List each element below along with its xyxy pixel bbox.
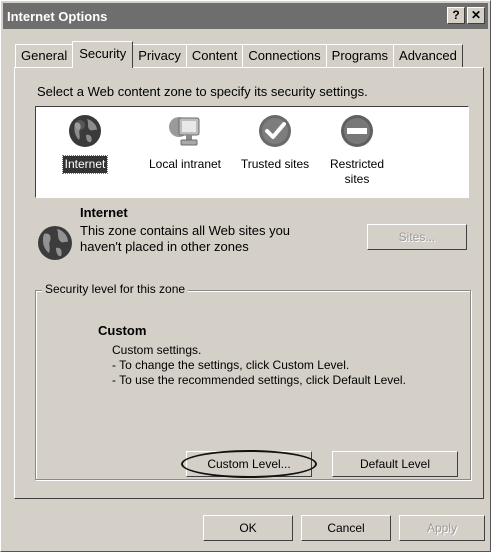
zone-label: Restricted sites bbox=[329, 157, 385, 186]
tab-privacy[interactable]: Privacy bbox=[132, 44, 187, 67]
tab-connections[interactable]: Connections bbox=[242, 44, 327, 67]
tab-advanced[interactable]: Advanced bbox=[393, 44, 463, 67]
tab-general[interactable]: General bbox=[15, 44, 74, 67]
selected-zone-name: Internet bbox=[80, 205, 128, 220]
internet-options-window: Internet Options ? ✕ General Security Pr… bbox=[0, 0, 491, 552]
sites-button[interactable]: Sites... bbox=[367, 224, 467, 250]
security-tab-panel: Select a Web content zone to specify its… bbox=[14, 67, 484, 499]
zone-prompt-text: Select a Web content zone to specify its… bbox=[37, 84, 368, 99]
cancel-button[interactable]: Cancel bbox=[301, 515, 391, 541]
tab-content[interactable]: Content bbox=[185, 44, 244, 67]
level-line: - To change the settings, click Custom L… bbox=[112, 358, 350, 372]
checkmark-icon bbox=[259, 115, 291, 147]
security-level-group: Security level for this zone Custom Cust… bbox=[35, 282, 471, 480]
zone-internet[interactable]: Internet bbox=[40, 113, 130, 174]
no-entry-icon bbox=[341, 115, 373, 147]
selected-zone-description: This zone contains all Web sites you hav… bbox=[80, 223, 291, 254]
computer-icon bbox=[169, 117, 200, 146]
close-button[interactable]: ✕ bbox=[467, 7, 485, 24]
zone-label: Local intranet bbox=[148, 157, 222, 171]
tab-strip: General Security Privacy Content Connect… bbox=[15, 41, 463, 68]
tab-security[interactable]: Security bbox=[72, 41, 134, 68]
security-level-name: Custom bbox=[98, 323, 147, 338]
level-line: - To use the recommended settings, click… bbox=[112, 373, 406, 387]
zone-label: Trusted sites bbox=[240, 157, 310, 171]
zone-list: Internet Local intranet Trusted sites Re… bbox=[35, 106, 469, 198]
default-level-button[interactable]: Default Level bbox=[332, 451, 458, 477]
globe-icon bbox=[38, 226, 72, 260]
apply-button[interactable]: Apply bbox=[399, 515, 485, 541]
ok-button[interactable]: OK bbox=[203, 515, 293, 541]
title-bar[interactable]: Internet Options ? ✕ bbox=[3, 3, 488, 29]
zone-label: Internet bbox=[61, 155, 109, 174]
zone-local-intranet[interactable]: Local intranet bbox=[140, 113, 230, 173]
zone-trusted-sites[interactable]: Trusted sites bbox=[230, 113, 320, 173]
globe-icon bbox=[69, 115, 101, 147]
help-button[interactable]: ? bbox=[447, 7, 465, 24]
level-line: Custom settings. bbox=[112, 343, 202, 357]
custom-level-button[interactable]: Custom Level... bbox=[186, 451, 312, 477]
security-level-description: Custom settings. - To change the setting… bbox=[112, 343, 406, 388]
zone-restricted-sites[interactable]: Restricted sites bbox=[312, 113, 402, 188]
security-level-legend: Security level for this zone bbox=[42, 282, 189, 296]
window-title: Internet Options bbox=[7, 8, 108, 24]
tab-programs[interactable]: Programs bbox=[325, 44, 395, 67]
